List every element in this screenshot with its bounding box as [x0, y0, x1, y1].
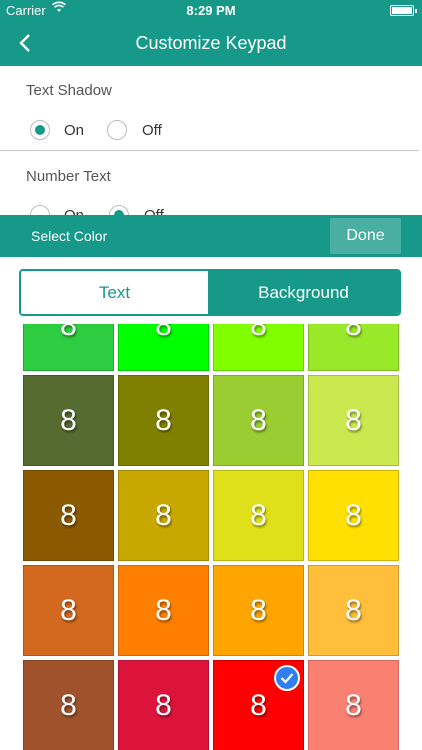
- swatch-digit: 8: [250, 324, 267, 342]
- color-swatch[interactable]: 8: [308, 660, 399, 750]
- color-swatch[interactable]: 8: [23, 565, 114, 656]
- swatch-digit: 8: [345, 593, 362, 627]
- section-divider: [0, 150, 419, 151]
- swatch-digit: 8: [155, 688, 172, 722]
- text-shadow-off-radio[interactable]: [107, 120, 127, 140]
- text-shadow-label: Text Shadow: [26, 82, 112, 99]
- color-target-segmented-control: Text Background: [19, 269, 401, 316]
- number-text-label: Number Text: [26, 168, 111, 185]
- status-bar: Carrier 8:29 PM: [0, 0, 422, 20]
- color-swatch[interactable]: 8: [23, 324, 114, 371]
- color-swatch[interactable]: 8: [118, 565, 209, 656]
- swatch-digit: 8: [60, 324, 77, 342]
- color-swatch[interactable]: 8: [23, 660, 114, 750]
- swatch-digit: 8: [60, 498, 77, 532]
- color-swatch[interactable]: 8: [213, 324, 304, 371]
- swatch-digit: 8: [250, 498, 267, 532]
- text-shadow-on-label: On: [64, 122, 85, 139]
- select-color-bar: Select Color Done: [0, 215, 422, 257]
- color-swatch[interactable]: 8: [23, 375, 114, 466]
- color-swatch[interactable]: 8: [308, 565, 399, 656]
- color-swatch[interactable]: 8: [213, 470, 304, 561]
- tab-text[interactable]: Text: [21, 271, 208, 314]
- color-swatch[interactable]: 8: [213, 375, 304, 466]
- swatch-digit: 8: [250, 593, 267, 627]
- color-swatch[interactable]: 8: [118, 324, 209, 371]
- swatch-digit: 8: [250, 403, 267, 437]
- color-swatch[interactable]: 8: [118, 660, 209, 750]
- text-shadow-on-radio[interactable]: [30, 120, 50, 140]
- swatch-digit: 8: [345, 688, 362, 722]
- swatch-digit: 8: [345, 403, 362, 437]
- swatch-digit: 8: [60, 403, 77, 437]
- color-swatch[interactable]: 8: [213, 660, 304, 750]
- clock: 8:29 PM: [186, 3, 236, 18]
- color-swatch[interactable]: 8: [23, 470, 114, 561]
- color-swatch[interactable]: 8: [308, 470, 399, 561]
- swatch-digit: 8: [155, 324, 172, 342]
- battery-icon: [390, 5, 417, 16]
- color-sheet: Text Background 8 8 8 8 8 8 8 8 8 8 8 8 8 8 8 8 8 8 8 8: [0, 257, 422, 750]
- swatch-digit: 8: [155, 498, 172, 532]
- swatch-digit: 8: [155, 403, 172, 437]
- tab-background[interactable]: Background: [208, 271, 399, 314]
- swatch-digit: 8: [155, 593, 172, 627]
- color-swatch[interactable]: 8: [118, 470, 209, 561]
- color-swatch-grid: 8 8 8 8 8 8 8 8 8 8 8 8 8 8 8 8 8 8 8 8: [0, 324, 422, 750]
- checkmark-icon: [274, 665, 300, 691]
- text-shadow-off-label: Off: [142, 122, 162, 139]
- done-button[interactable]: Done: [330, 218, 401, 254]
- color-swatch[interactable]: 8: [308, 375, 399, 466]
- swatch-digit: 8: [345, 324, 362, 342]
- color-swatch[interactable]: 8: [213, 565, 304, 656]
- swatch-digit: 8: [345, 498, 362, 532]
- select-color-title: Select Color: [31, 228, 108, 244]
- page-title: Customize Keypad: [135, 33, 287, 53]
- color-swatch[interactable]: 8: [118, 375, 209, 466]
- swatch-digit: 8: [60, 688, 77, 722]
- nav-bar: Customize Keypad: [0, 20, 422, 66]
- swatch-digit: 8: [60, 593, 77, 627]
- color-swatch[interactable]: 8: [308, 324, 399, 371]
